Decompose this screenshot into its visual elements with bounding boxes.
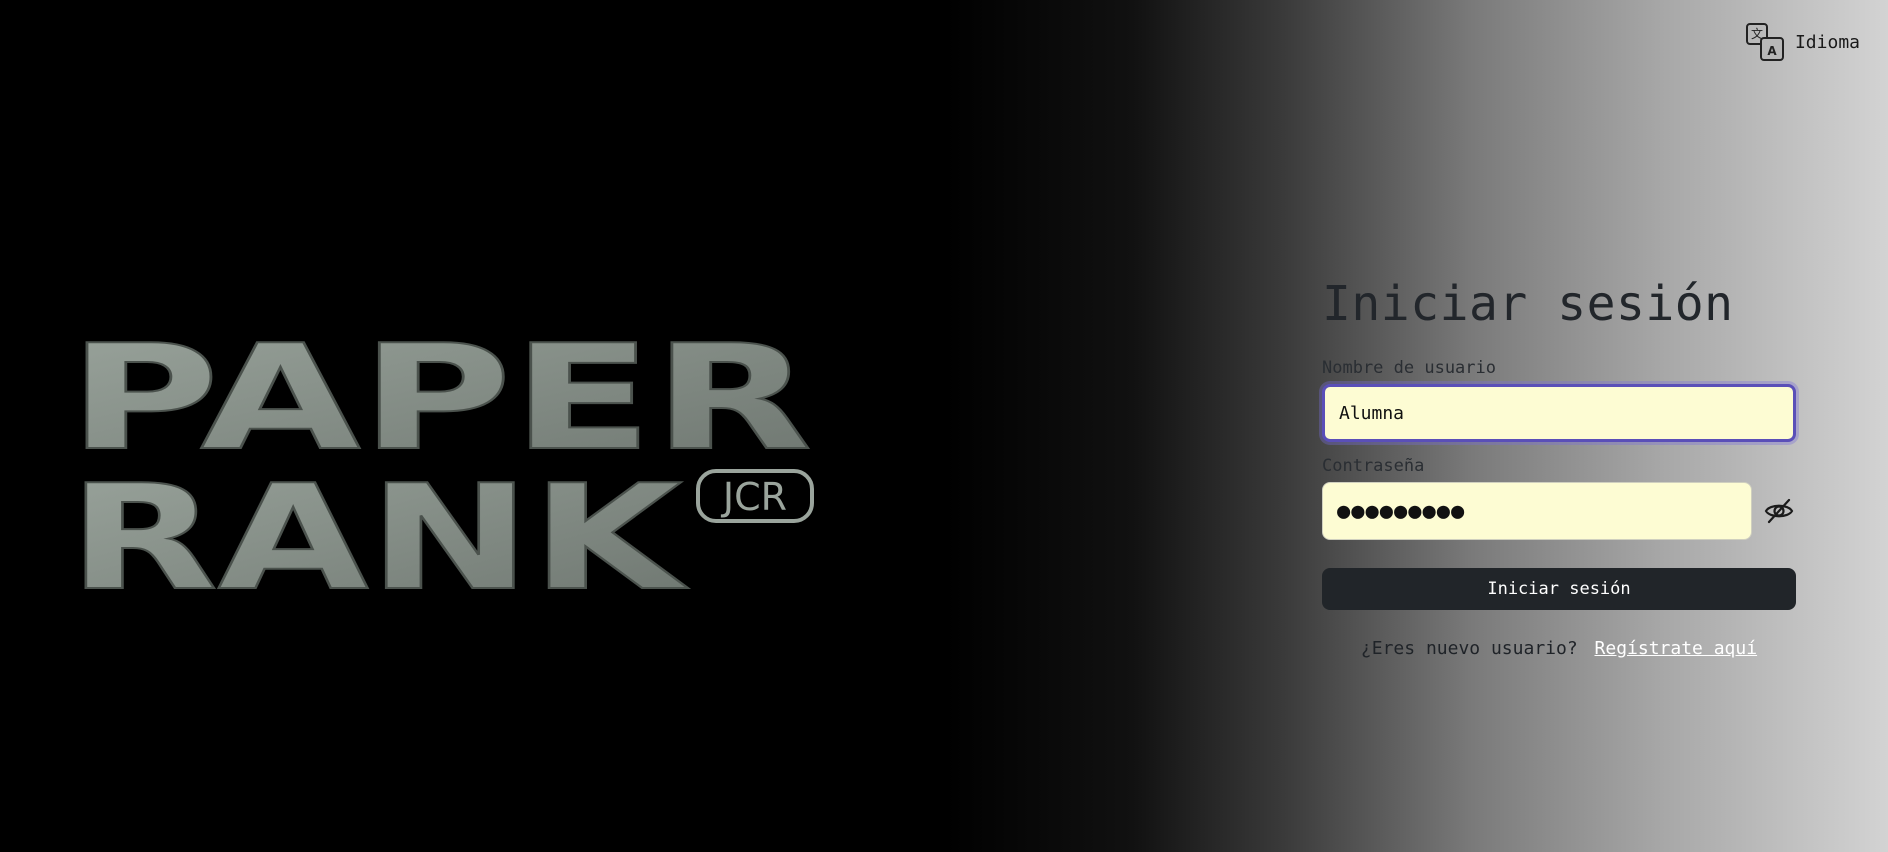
paper-rank-logo: PAPER RANK JCR [68, 326, 820, 596]
register-link[interactable]: Regístrate aquí [1595, 638, 1758, 659]
login-title: Iniciar sesión [1322, 276, 1734, 332]
logo-line-rank: RANK [68, 454, 688, 596]
login-form: Iniciar sesión Nombre de usuario Contras… [1322, 270, 1796, 659]
eye-slash-icon[interactable] [1762, 494, 1796, 528]
password-label: Contraseña [1322, 456, 1425, 476]
password-input[interactable] [1322, 482, 1752, 540]
username-input[interactable] [1322, 384, 1796, 442]
username-label: Nombre de usuario [1322, 358, 1496, 378]
language-label: Idioma [1794, 31, 1860, 53]
register-row: ¿Eres nuevo usuario? Regístrate aquí [1322, 638, 1796, 659]
translate-icon: 文 A [1745, 22, 1785, 62]
password-field-group: Contraseña [1322, 456, 1796, 540]
password-row [1322, 482, 1796, 540]
register-prompt: ¿Eres nuevo usuario? [1360, 638, 1578, 659]
svg-text:A: A [1767, 44, 1777, 58]
login-button[interactable]: Iniciar sesión [1322, 568, 1796, 610]
svg-text:文: 文 [1751, 26, 1763, 41]
language-switch[interactable]: 文 A Idioma [1745, 22, 1860, 62]
logo-badge-text: JCR [721, 475, 787, 519]
username-field-group: Nombre de usuario [1322, 358, 1796, 442]
